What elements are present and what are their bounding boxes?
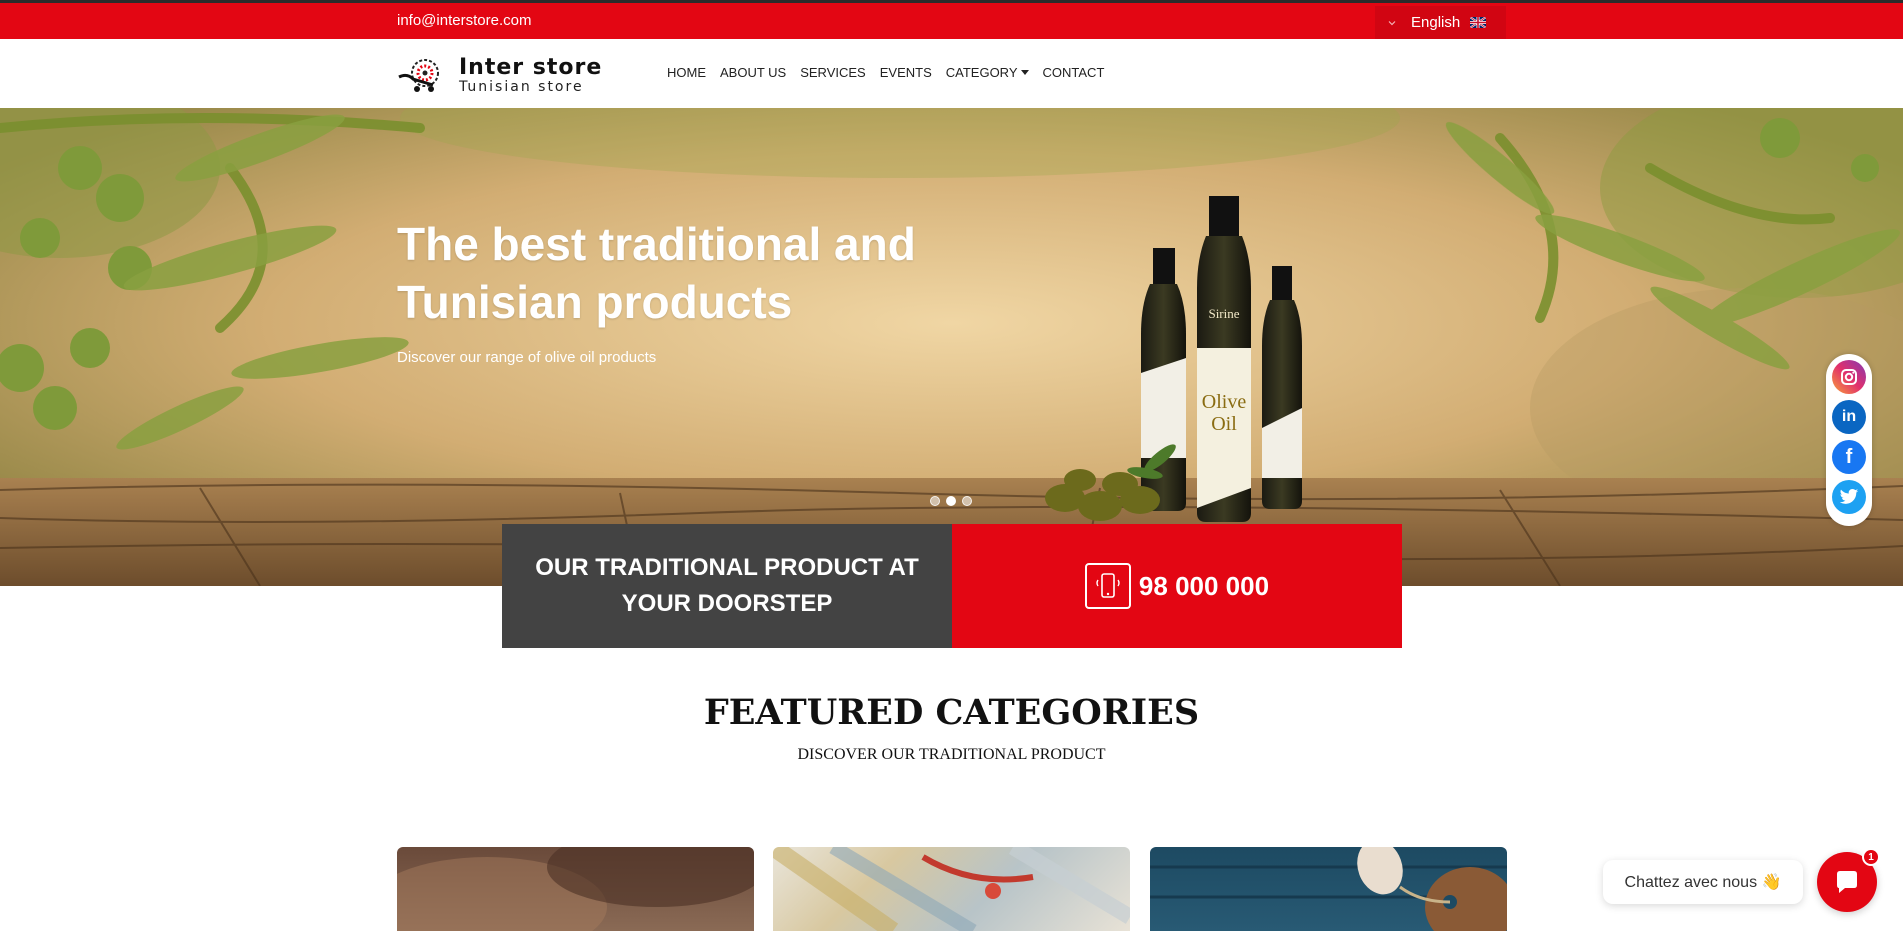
nav-home[interactable]: HOME [667, 65, 706, 80]
svg-text:Olive: Olive [1202, 391, 1247, 413]
site-header: Inter store Tunisian store HOME ABOUT US… [0, 39, 1903, 108]
cta-phone[interactable]: 98 000 000 [952, 524, 1402, 648]
category-card-2[interactable] [773, 847, 1130, 931]
contact-email[interactable]: info@interstore.com [397, 12, 531, 29]
social-sidebar: in f [1826, 354, 1872, 526]
main-nav: HOME ABOUT US SERVICES EVENTS CATEGORY C… [667, 65, 1118, 80]
instagram-icon[interactable] [1832, 360, 1866, 394]
logo-subtitle: Tunisian store [459, 78, 584, 95]
category-card-3[interactable] [1150, 847, 1507, 931]
slider-dot-3[interactable] [962, 496, 972, 506]
chat-invite[interactable]: Chattez avec nous 👋 [1603, 860, 1803, 904]
svg-text:Sirine: Sirine [1208, 306, 1239, 321]
language-label: English [1411, 14, 1461, 31]
category-card-2-image [773, 847, 1130, 931]
nav-category[interactable]: CATEGORY [946, 65, 1029, 80]
cta-band: OUR TRADITIONAL PRODUCT AT YOUR DOORSTEP… [502, 524, 1402, 648]
category-card-3-image [1150, 847, 1507, 931]
featured-title: FEATURED CATEGORIES [703, 692, 1200, 733]
chat-notification-badge: 1 [1862, 848, 1880, 866]
cta-line2: YOUR DOORSTEP [621, 590, 833, 617]
linkedin-icon[interactable]: in [1832, 400, 1866, 434]
language-selector[interactable]: English [1375, 6, 1506, 39]
phone-number: 98 000 000 [1138, 570, 1270, 601]
nav-about-us[interactable]: ABOUT US [720, 65, 786, 80]
nav-contact[interactable]: CONTACT [1043, 65, 1105, 80]
nav-category-label: CATEGORY [945, 65, 1018, 80]
cta-line1: OUR TRADITIONAL PRODUCT AT [535, 554, 919, 581]
logo-icon [398, 59, 439, 92]
slider-dots [930, 496, 972, 506]
hero-subtitle: Discover our range of olive oil products [397, 349, 657, 366]
site-logo[interactable]: Inter store Tunisian store [397, 55, 602, 95]
svg-text:Oil: Oil [1211, 413, 1237, 435]
category-card-1[interactable] [397, 847, 754, 931]
hero-slider: Sirine Olive Oil The best traditional an… [0, 108, 1903, 586]
mobile-phone-icon [1084, 563, 1131, 609]
twitter-icon[interactable] [1832, 480, 1866, 514]
slider-dot-1[interactable] [930, 496, 940, 506]
hero-title-line2: Tunisian products [397, 276, 793, 328]
category-card-1-image [397, 847, 754, 931]
chat-icon [1837, 871, 1857, 893]
nav-events[interactable]: EVENTS [880, 65, 932, 80]
hero-title: The best traditional and Tunisian produc… [397, 215, 1017, 331]
slider-dot-2[interactable] [946, 496, 956, 506]
facebook-icon[interactable]: f [1832, 440, 1866, 474]
featured-subtitle: DISCOVER OUR TRADITIONAL PRODUCT [797, 746, 1106, 763]
logo-title: Inter store [459, 54, 603, 80]
hero-background-image: Sirine Olive Oil [0, 108, 1903, 586]
cta-doorstep: OUR TRADITIONAL PRODUCT AT YOUR DOORSTEP [502, 524, 952, 648]
chevron-down-icon [1385, 16, 1399, 30]
top-bar: info@interstore.com English [0, 0, 1903, 39]
nav-services[interactable]: SERVICES [800, 65, 866, 80]
caret-down-icon [1020, 70, 1029, 75]
hero-title-line1: The best traditional and [397, 218, 916, 270]
uk-flag-icon [1470, 17, 1487, 28]
